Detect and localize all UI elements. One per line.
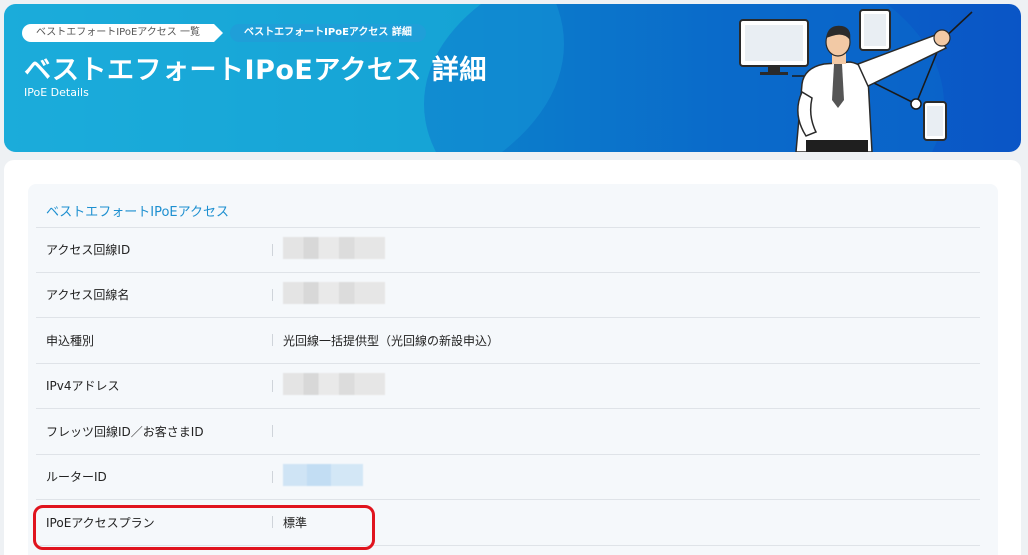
redacted-value	[283, 282, 385, 305]
redacted-value	[283, 237, 385, 260]
section-title: ベストエフォートIPoEアクセス	[46, 205, 229, 220]
detail-table: アクセス回線ID アクセス回線名 申込種別 光回線一括提供型（光回線の新設申込）…	[36, 227, 980, 546]
row-divider	[272, 288, 273, 301]
row-label: 申込種別	[46, 333, 95, 348]
header-banner: ベストエフォートIPoEアクセス 一覧 ベストエフォートIPoEアクセス 詳細 …	[4, 4, 1021, 152]
row-divider	[272, 379, 273, 392]
row-value-redacted	[283, 282, 385, 307]
detail-section: ベストエフォートIPoEアクセス アクセス回線ID アクセス回線名 申込種別 光…	[28, 184, 998, 555]
row-label: ルーターID	[46, 470, 107, 485]
row-value-redacted	[283, 464, 363, 489]
page-subtitle: IPoE Details	[24, 86, 89, 99]
row-value: 光回線一括提供型（光回線の新設申込）	[283, 333, 500, 348]
detail-row-access-line-id: アクセス回線ID	[36, 227, 980, 273]
row-divider	[272, 425, 273, 438]
detail-row-router-id: ルーターID	[36, 455, 980, 500]
breadcrumb: ベストエフォートIPoEアクセス 一覧 ベストエフォートIPoEアクセス 詳細	[22, 24, 426, 42]
detail-card: ベストエフォートIPoEアクセス アクセス回線ID アクセス回線名 申込種別 光…	[4, 160, 1021, 555]
row-divider	[272, 334, 273, 347]
redacted-link-value[interactable]	[283, 464, 363, 487]
businessman-network-illustration-icon	[739, 9, 973, 152]
row-value: 標準	[283, 515, 308, 530]
row-label: アクセス回線名	[46, 288, 130, 303]
row-divider	[272, 470, 273, 483]
detail-row-flets-id: フレッツ回線ID／お客さまID	[36, 409, 980, 455]
row-divider	[272, 243, 273, 256]
row-value-redacted	[283, 237, 385, 262]
detail-row-ipv4-address: IPv4アドレス	[36, 364, 980, 409]
redacted-value	[283, 373, 385, 396]
row-divider	[272, 516, 273, 529]
breadcrumb-item-current: ベストエフォートIPoEアクセス 詳細	[229, 24, 426, 42]
row-value-redacted	[283, 373, 385, 398]
row-label: IPoEアクセスプラン	[46, 515, 155, 530]
detail-row-access-line-name: アクセス回線名	[36, 273, 980, 318]
detail-row-ipoe-plan: IPoEアクセスプラン 標準	[36, 500, 980, 546]
row-label: IPv4アドレス	[46, 379, 120, 394]
breadcrumb-item-list[interactable]: ベストエフォートIPoEアクセス 一覧	[22, 24, 223, 42]
page-title: ベストエフォートIPoEアクセス 詳細	[24, 55, 487, 86]
row-label: フレッツ回線ID／お客さまID	[46, 424, 204, 439]
detail-row-application-type: 申込種別 光回線一括提供型（光回線の新設申込）	[36, 318, 980, 364]
row-label: アクセス回線ID	[46, 243, 131, 258]
